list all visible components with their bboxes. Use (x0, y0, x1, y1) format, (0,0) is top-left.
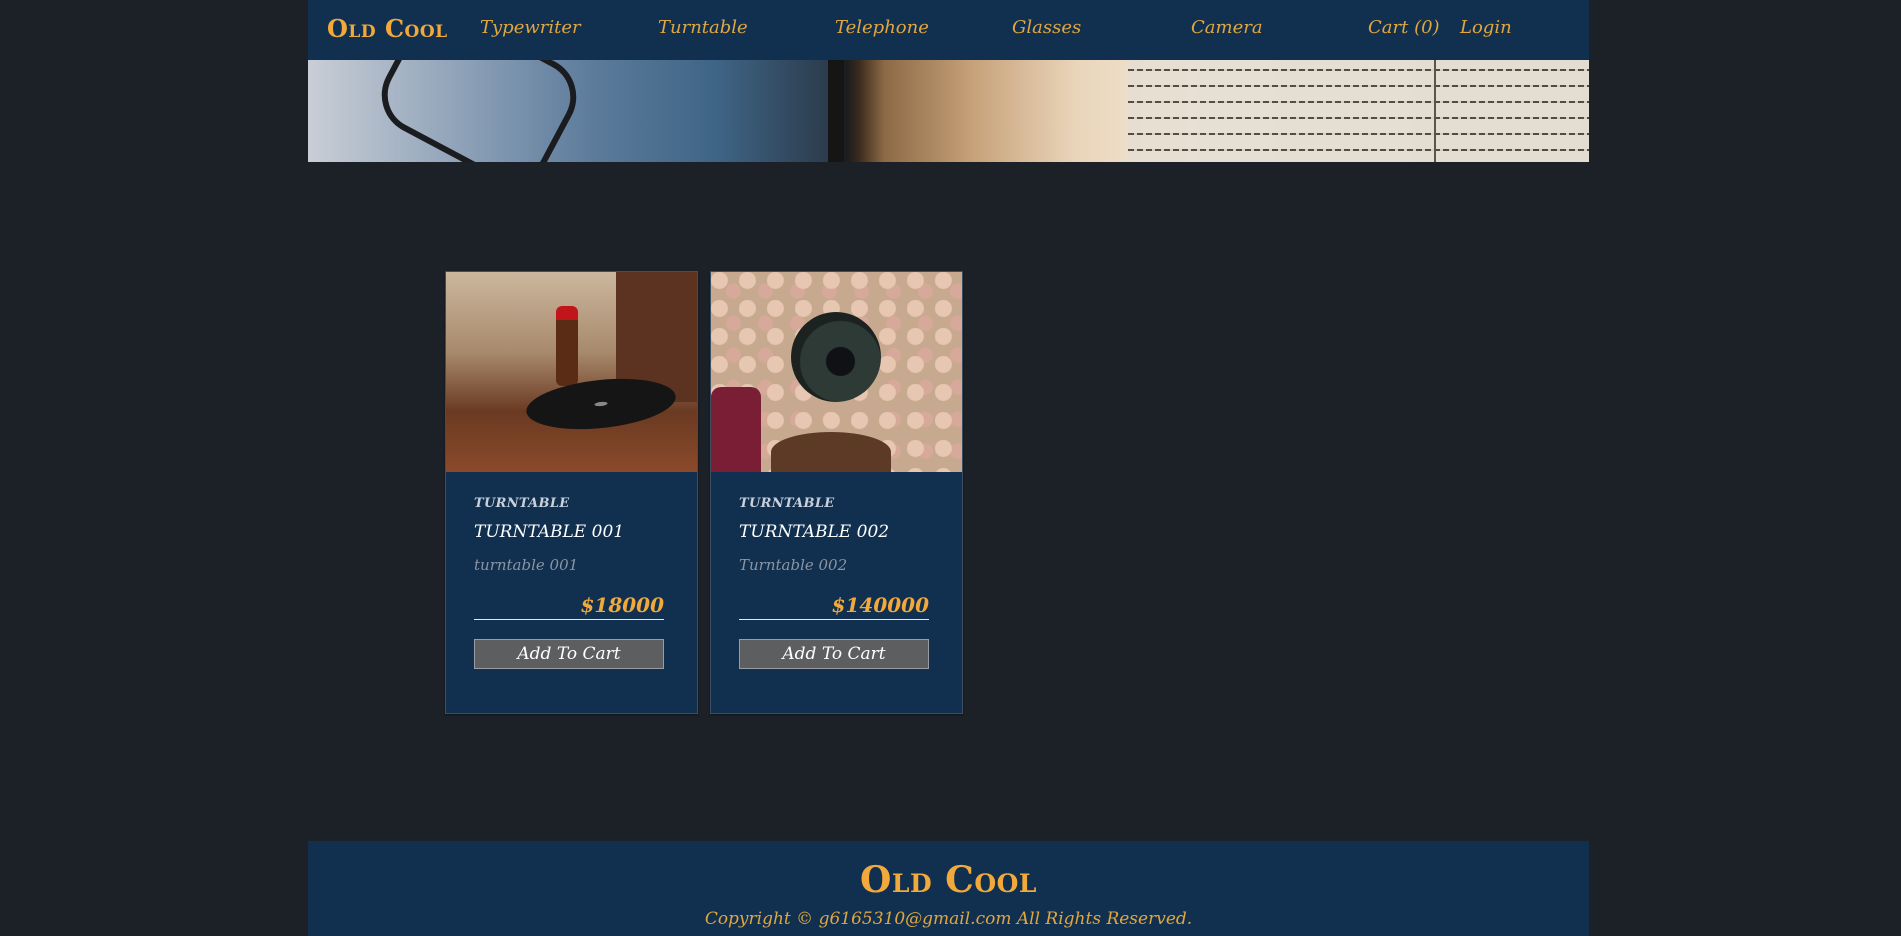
nav-link-typewriter[interactable]: Typewriter (480, 17, 581, 38)
product-name[interactable]: TURNTABLE 001 (474, 522, 669, 544)
gramophone-horn-shape (791, 312, 881, 402)
hero-glasses-shape (367, 60, 591, 162)
add-to-cart-button[interactable]: Add To Cart (739, 639, 929, 669)
product-price: $18000 (474, 593, 664, 620)
hero-banner (308, 60, 1589, 162)
brand-logo[interactable]: Old Cool (327, 14, 448, 43)
nav-link-camera[interactable]: Camera (1191, 17, 1263, 38)
nav-link-telephone[interactable]: Telephone (835, 17, 929, 38)
nav-link-cart[interactable]: Cart (0) (1368, 17, 1440, 38)
product-image[interactable] (446, 272, 697, 472)
nav-link-login[interactable]: Login (1460, 17, 1512, 38)
record-shape (523, 372, 679, 436)
product-price: $140000 (739, 593, 929, 620)
hero-newsprint (1128, 60, 1589, 162)
footer: Old Cool Copyright © g6165310@gmail.com … (308, 841, 1589, 936)
product-description: Turntable 002 (739, 556, 848, 574)
product-card-body: TURNTABLE TURNTABLE 002 Turntable 002 $1… (711, 472, 962, 669)
add-to-cart-button[interactable]: Add To Cart (474, 639, 664, 669)
table-shape (771, 432, 891, 472)
chair-shape (711, 387, 761, 472)
product-card: TURNTABLE TURNTABLE 001 turntable 001 $1… (445, 271, 698, 714)
product-name[interactable]: TURNTABLE 002 (739, 522, 934, 544)
footer-brand: Old Cool (860, 859, 1037, 901)
product-card: TURNTABLE TURNTABLE 002 Turntable 002 $1… (710, 271, 963, 714)
product-category: TURNTABLE (474, 496, 570, 511)
product-card-body: TURNTABLE TURNTABLE 001 turntable 001 $1… (446, 472, 697, 669)
product-description: turntable 001 (474, 556, 579, 574)
product-image[interactable] (711, 272, 962, 472)
footer-copyright: Copyright © g6165310@gmail.com All Right… (704, 909, 1193, 929)
nav-link-turntable[interactable]: Turntable (658, 17, 748, 38)
nav-link-glasses[interactable]: Glasses (1012, 17, 1081, 38)
navbar: Old Cool Typewriter Turntable Telephone … (308, 0, 1589, 60)
product-category: TURNTABLE (739, 496, 835, 511)
hero-book-edge (828, 60, 844, 162)
hero-column-rule (1434, 60, 1436, 162)
telephone-shape (556, 306, 578, 386)
page-container: Old Cool Typewriter Turntable Telephone … (308, 0, 1589, 162)
